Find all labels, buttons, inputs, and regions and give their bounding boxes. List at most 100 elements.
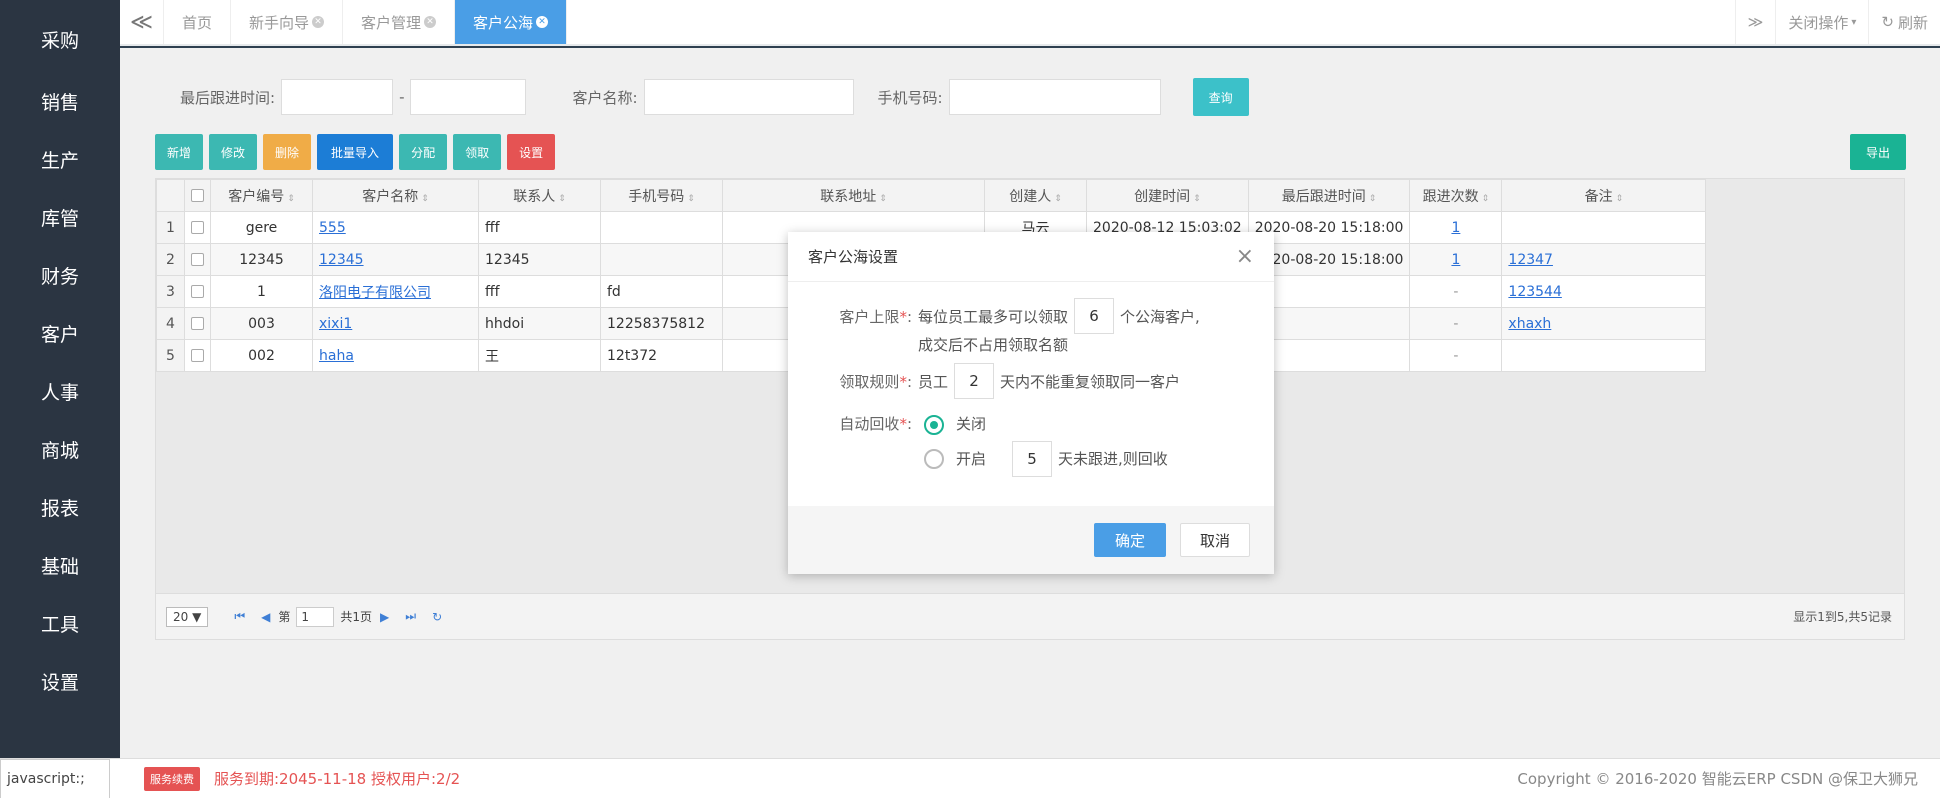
- add-button[interactable]: 新增: [155, 134, 204, 170]
- sidebar-item-hr[interactable]: 人事: [0, 362, 120, 420]
- export-button[interactable]: 导出: [1850, 134, 1906, 170]
- col-header-label: 创建人: [1009, 188, 1052, 205]
- cell-follow-count: -: [1409, 307, 1503, 340]
- page-size-select[interactable]: 20 ▼: [166, 606, 209, 627]
- follow-count-link[interactable]: 1: [1451, 220, 1460, 236]
- customer-name-link[interactable]: 555: [319, 220, 346, 236]
- row-checkbox[interactable]: [191, 253, 204, 266]
- sidebar-item-reports[interactable]: 报表: [0, 478, 120, 536]
- radio-unselected-icon[interactable]: [924, 449, 944, 470]
- cell-follow-count: 1: [1409, 211, 1503, 244]
- date-end-input[interactable]: [410, 79, 527, 115]
- filter-bar: 最后跟进时间: - 客户名称: 手机号码: 查询: [180, 78, 1249, 116]
- select-all-header: [184, 179, 211, 212]
- row-checkbox[interactable]: [191, 285, 204, 298]
- scroll-left-icon[interactable]: ≪: [120, 0, 164, 44]
- refresh-button[interactable]: ↻ 刷新: [1868, 0, 1940, 44]
- remark-link[interactable]: xhaxh: [1508, 316, 1551, 332]
- follow-count-link[interactable]: 1: [1451, 252, 1460, 268]
- confirm-button[interactable]: 确定: [1094, 523, 1166, 557]
- cell-phone: 12258375812: [600, 307, 723, 340]
- tab-label: 新手向导: [249, 13, 310, 32]
- recycle-off-option[interactable]: 关闭: [924, 413, 986, 435]
- sidebar-item-basics[interactable]: 基础: [0, 536, 120, 594]
- radio-selected-icon[interactable]: [924, 414, 944, 435]
- phone-label: 手机号码:: [877, 88, 943, 107]
- reload-icon[interactable]: ↻: [432, 610, 442, 624]
- sidebar-item-customer[interactable]: 客户: [0, 304, 120, 362]
- cell-contact: fff: [478, 275, 601, 308]
- page-number-input[interactable]: 1: [296, 606, 335, 627]
- col-header-code[interactable]: 客户编号 ⇕: [210, 179, 313, 212]
- close-tab-icon[interactable]: ✕: [536, 16, 549, 28]
- remark-link[interactable]: 123544: [1508, 284, 1561, 300]
- col-header-follow-count[interactable]: 跟进次数 ⇕: [1409, 179, 1503, 212]
- settings-button[interactable]: 设置: [507, 134, 556, 170]
- cancel-button[interactable]: 取消: [1180, 523, 1250, 557]
- col-header-name[interactable]: 客户名称 ⇕: [312, 179, 479, 212]
- date-start-input[interactable]: [281, 79, 394, 115]
- customer-name-link[interactable]: 12345: [319, 252, 364, 268]
- col-header-label: 最后跟进时间: [1281, 188, 1366, 205]
- sidebar-item-settings[interactable]: 设置: [0, 652, 120, 710]
- tab-customer-management[interactable]: 客户管理 ✕: [343, 0, 456, 44]
- col-header-phone[interactable]: 手机号码 ⇕: [600, 179, 723, 212]
- cell-contact: 王: [478, 339, 601, 372]
- tab-customer-pool[interactable]: 客户公海 ✕: [455, 0, 568, 44]
- tab-home[interactable]: 首页: [164, 0, 232, 44]
- customer-name-link[interactable]: xixi1: [319, 316, 352, 332]
- sidebar-item-sales[interactable]: 销售: [0, 72, 120, 130]
- remark-link[interactable]: 12347: [1508, 252, 1553, 268]
- customer-name-link[interactable]: 洛阳电子有限公司: [319, 285, 431, 301]
- cell-contact: hhdoi: [478, 307, 601, 340]
- next-page-icon[interactable]: ▶: [380, 610, 389, 624]
- col-header-created[interactable]: 创建时间 ⇕: [1086, 179, 1249, 212]
- sidebar-item-production[interactable]: 生产: [0, 130, 120, 188]
- close-icon[interactable]: ×: [1236, 244, 1254, 269]
- sidebar-item-tools[interactable]: 工具: [0, 594, 120, 652]
- service-renew-badge[interactable]: 服务续费: [144, 766, 200, 791]
- sidebar-item-inventory[interactable]: 库管: [0, 188, 120, 246]
- row-checkbox[interactable]: [191, 317, 204, 330]
- recycle-on-option[interactable]: 开启: [924, 448, 986, 470]
- recycle-days-input[interactable]: 5: [1012, 440, 1053, 477]
- sidebar-item-purchase[interactable]: 采购: [0, 0, 120, 72]
- close-tab-icon[interactable]: ✕: [424, 16, 437, 28]
- rule-days-input[interactable]: 2: [954, 363, 995, 399]
- limit-post-text: 个公海客户,: [1120, 307, 1200, 326]
- last-page-icon[interactable]: ⏭: [405, 609, 416, 624]
- copyright-text: Copyright © 2016-2020 智能云ERP CSDN @保卫大狮兄: [1517, 770, 1918, 788]
- col-header-address[interactable]: 联系地址 ⇕: [722, 179, 985, 212]
- phone-input[interactable]: [948, 79, 1161, 115]
- assign-button[interactable]: 分配: [399, 134, 448, 170]
- sidebar-item-finance[interactable]: 财务: [0, 246, 120, 304]
- batch-import-button[interactable]: 批量导入: [317, 134, 394, 170]
- col-header-creator[interactable]: 创建人 ⇕: [984, 179, 1087, 212]
- select-all-checkbox[interactable]: [191, 189, 204, 202]
- col-header-contact[interactable]: 联系人 ⇕: [478, 179, 601, 212]
- claim-button[interactable]: 领取: [453, 134, 502, 170]
- row-checkbox[interactable]: [191, 349, 204, 362]
- limit-input[interactable]: 6: [1074, 298, 1115, 334]
- sidebar-item-mall[interactable]: 商城: [0, 420, 120, 478]
- customer-name-input[interactable]: [643, 79, 854, 115]
- close-tab-icon[interactable]: ✕: [312, 16, 325, 28]
- row-number-header: [156, 179, 185, 212]
- scroll-right-icon[interactable]: ≫: [1734, 0, 1776, 44]
- cell-remark: 12347: [1501, 243, 1707, 276]
- col-header-last-follow[interactable]: 最后跟进时间 ⇕: [1247, 179, 1411, 212]
- status-bar-url: javascript:;: [0, 758, 110, 798]
- cell-follow-count: 1: [1409, 243, 1503, 276]
- cell-remark: xhaxh: [1501, 307, 1707, 340]
- prev-page-icon[interactable]: ◀: [261, 610, 270, 624]
- customer-name-link[interactable]: haha: [319, 348, 354, 364]
- edit-button[interactable]: 修改: [209, 134, 258, 170]
- col-header-remark[interactable]: 备注 ⇕: [1501, 179, 1707, 212]
- query-button[interactable]: 查询: [1192, 78, 1249, 116]
- first-page-icon[interactable]: ⏮: [234, 609, 245, 624]
- delete-button[interactable]: 删除: [263, 134, 312, 170]
- close-operations-dropdown[interactable]: 关闭操作 ▾: [1775, 0, 1868, 44]
- row-checkbox-cell: [184, 211, 211, 244]
- row-checkbox[interactable]: [191, 221, 204, 234]
- tab-guide[interactable]: 新手向导 ✕: [231, 0, 344, 44]
